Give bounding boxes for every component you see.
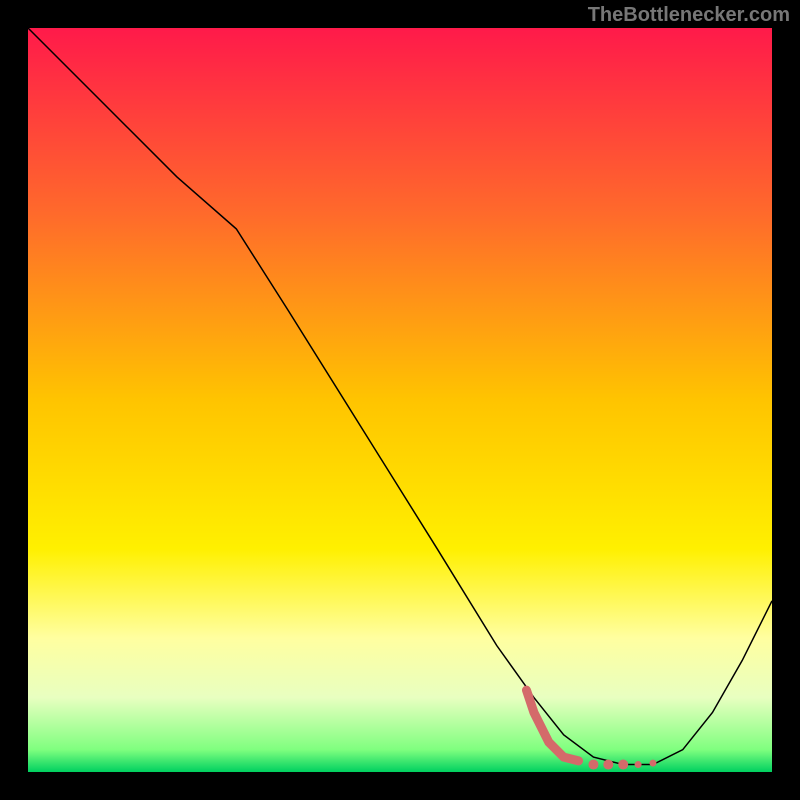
optimal-zone-dot: [649, 760, 656, 767]
watermark-text: TheBottlenecker.com: [588, 4, 790, 27]
optimal-zone-dot: [588, 760, 598, 770]
optimal-zone-dot: [618, 760, 628, 770]
optimal-zone-dot: [635, 761, 642, 768]
chart-svg: [28, 28, 772, 772]
chart-area: [28, 28, 772, 772]
optimal-zone-dot: [603, 760, 613, 770]
